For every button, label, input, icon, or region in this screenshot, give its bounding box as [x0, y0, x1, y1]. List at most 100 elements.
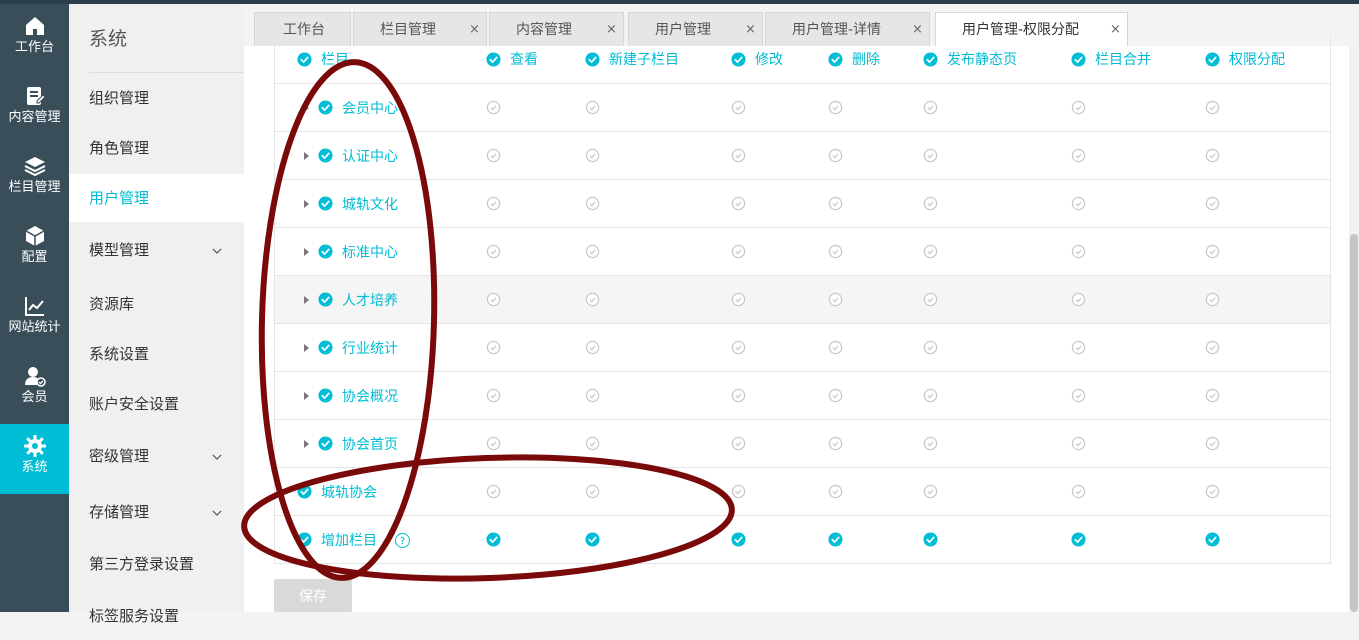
permission-check-icon[interactable] — [923, 340, 938, 355]
permission-check-icon[interactable] — [1071, 436, 1086, 451]
rail-item-6[interactable]: 系统 — [0, 424, 69, 494]
permission-check-icon[interactable] — [1205, 340, 1220, 355]
node-check-icon[interactable] — [318, 436, 333, 451]
permission-check-icon[interactable] — [1205, 436, 1220, 451]
permission-check-icon[interactable] — [486, 196, 501, 211]
permission-check-icon[interactable] — [828, 100, 843, 115]
tree-node[interactable]: 会员中心 — [275, 84, 475, 132]
permission-check-icon[interactable] — [486, 148, 501, 163]
permission-check-icon[interactable] — [585, 436, 600, 451]
node-check-icon[interactable] — [318, 148, 333, 163]
permission-check-icon[interactable] — [486, 340, 501, 355]
permission-check-icon[interactable] — [923, 388, 938, 403]
permission-check-icon[interactable] — [585, 244, 600, 259]
permission-check-icon[interactable] — [1071, 100, 1086, 115]
submenu-item-2[interactable]: 用户管理 — [69, 174, 244, 222]
node-check-icon[interactable] — [318, 292, 333, 307]
expand-caret-icon[interactable] — [304, 248, 309, 256]
permission-check-icon[interactable] — [731, 100, 746, 115]
tree-node[interactable]: 增加栏目? — [275, 516, 475, 564]
permission-check-icon[interactable] — [923, 100, 938, 115]
permission-check-icon[interactable] — [828, 196, 843, 211]
tree-node[interactable]: 行业统计 — [275, 324, 475, 372]
expand-caret-icon[interactable] — [304, 104, 309, 112]
rail-item-5[interactable]: 会员 — [0, 354, 69, 424]
permission-check-icon[interactable] — [1205, 196, 1220, 211]
permission-check-icon[interactable] — [486, 100, 501, 115]
scrollbar-thumb[interactable] — [1350, 234, 1358, 612]
expand-caret-icon[interactable] — [304, 440, 309, 448]
permission-check-icon[interactable] — [1071, 292, 1086, 307]
rail-item-1[interactable]: 内容管理 — [0, 74, 69, 144]
permission-check-icon[interactable] — [1071, 340, 1086, 355]
rail-item-0[interactable]: 工作台 — [0, 4, 69, 74]
node-check-icon[interactable] — [318, 388, 333, 403]
permission-check-icon[interactable] — [585, 196, 600, 211]
permission-check-icon[interactable] — [486, 292, 501, 307]
submenu-item-4[interactable]: 资源库 — [69, 280, 244, 328]
node-check-icon[interactable] — [318, 100, 333, 115]
expand-caret-icon[interactable] — [304, 200, 309, 208]
permission-check-icon[interactable] — [486, 436, 501, 451]
submenu-item-0[interactable]: 组织管理 — [69, 74, 244, 122]
rail-item-3[interactable]: 配置 — [0, 214, 69, 284]
permission-check-icon[interactable] — [828, 436, 843, 451]
permission-check-icon[interactable] — [923, 196, 938, 211]
tree-node[interactable]: 人才培养 — [275, 276, 475, 324]
tree-node[interactable]: 协会概况 — [275, 372, 475, 420]
permission-check-icon[interactable] — [585, 292, 600, 307]
expand-caret-icon[interactable] — [304, 296, 309, 304]
permission-check-icon[interactable] — [585, 388, 600, 403]
header-check-icon[interactable] — [1205, 52, 1220, 67]
rail-item-2[interactable]: 栏目管理 — [0, 144, 69, 214]
permission-check-icon[interactable] — [1071, 484, 1086, 499]
permission-check-icon[interactable] — [731, 292, 746, 307]
tree-node[interactable]: 标准中心 — [275, 228, 475, 276]
permission-check-icon[interactable] — [585, 532, 600, 547]
permission-check-icon[interactable] — [1071, 244, 1086, 259]
permission-check-icon[interactable] — [731, 436, 746, 451]
permission-check-icon[interactable] — [1071, 148, 1086, 163]
permission-check-icon[interactable] — [1205, 388, 1220, 403]
node-check-icon[interactable] — [297, 484, 312, 499]
node-check-icon[interactable] — [318, 340, 333, 355]
permission-check-icon[interactable] — [731, 484, 746, 499]
permission-check-icon[interactable] — [923, 292, 938, 307]
tree-node[interactable]: 城轨文化 — [275, 180, 475, 228]
permission-check-icon[interactable] — [828, 532, 843, 547]
submenu-item-6[interactable]: 账户安全设置 — [69, 380, 244, 428]
submenu-item-1[interactable]: 角色管理 — [69, 124, 244, 172]
permission-check-icon[interactable] — [1205, 484, 1220, 499]
permission-check-icon[interactable] — [828, 148, 843, 163]
submenu-item-5[interactable]: 系统设置 — [69, 330, 244, 378]
permission-check-icon[interactable] — [1071, 196, 1086, 211]
permission-check-icon[interactable] — [1071, 388, 1086, 403]
submenu-item-7[interactable]: 密级管理 — [69, 432, 244, 480]
expand-caret-icon[interactable] — [304, 152, 309, 160]
node-check-icon[interactable] — [318, 196, 333, 211]
permission-check-icon[interactable] — [828, 340, 843, 355]
permission-check-icon[interactable] — [828, 388, 843, 403]
header-check-icon[interactable] — [828, 52, 843, 67]
permission-check-icon[interactable] — [828, 292, 843, 307]
permission-check-icon[interactable] — [731, 340, 746, 355]
permission-check-icon[interactable] — [731, 148, 746, 163]
submenu-item-8[interactable]: 存储管理 — [69, 488, 244, 536]
save-button[interactable]: 保存 — [274, 579, 352, 612]
header-check-icon[interactable] — [923, 52, 938, 67]
permission-check-icon[interactable] — [585, 100, 600, 115]
permission-check-icon[interactable] — [486, 484, 501, 499]
permission-check-icon[interactable] — [585, 148, 600, 163]
permission-check-icon[interactable] — [1205, 532, 1220, 547]
submenu-item-3[interactable]: 模型管理 — [69, 226, 244, 274]
permission-check-icon[interactable] — [585, 484, 600, 499]
node-check-icon[interactable] — [318, 244, 333, 259]
expand-caret-icon[interactable] — [304, 344, 309, 352]
tree-node[interactable]: 城轨协会 — [275, 468, 475, 516]
node-check-icon[interactable] — [297, 532, 312, 547]
help-icon[interactable]: ? — [395, 533, 410, 548]
permission-check-icon[interactable] — [486, 244, 501, 259]
header-check-icon[interactable] — [731, 52, 746, 67]
permission-check-icon[interactable] — [923, 148, 938, 163]
expand-caret-icon[interactable] — [304, 392, 309, 400]
